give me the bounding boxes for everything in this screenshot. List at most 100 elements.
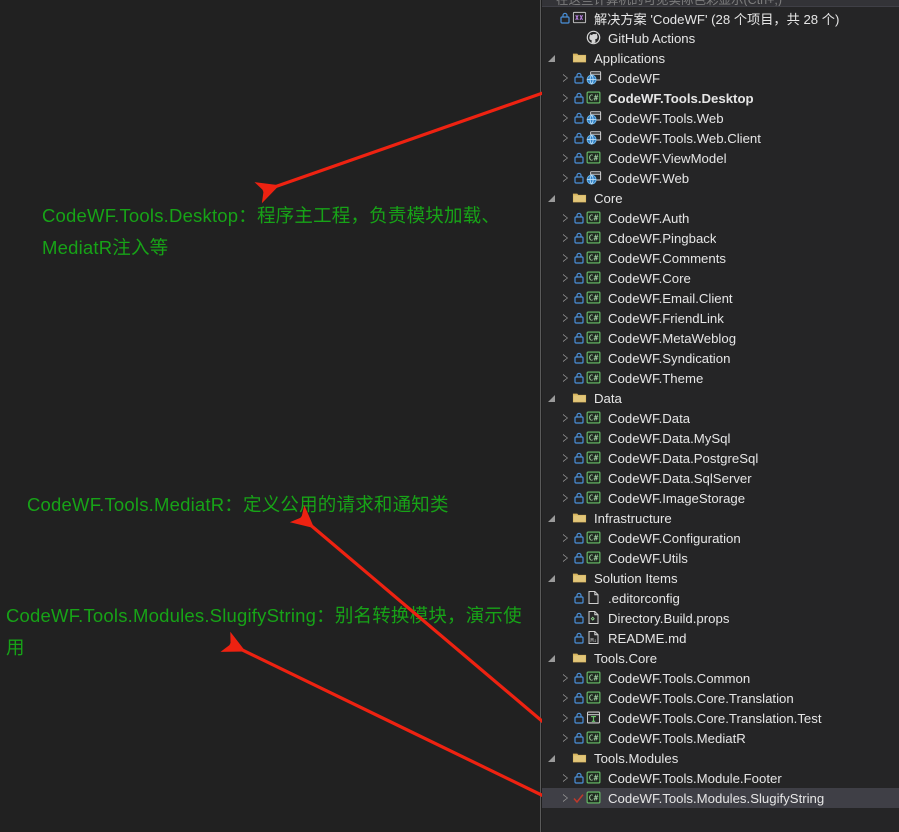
chevron-right-icon[interactable] xyxy=(560,68,573,88)
chevron-right-icon[interactable] xyxy=(560,148,573,168)
tree-row[interactable]: C# CodeWF.ViewModel xyxy=(542,148,899,168)
tree-row[interactable]: C# CodeWF.Auth xyxy=(542,208,899,228)
chevron-down-icon[interactable] xyxy=(546,568,559,588)
csharp-project-icon: C# xyxy=(585,448,605,468)
explorer-search-strip[interactable]: 在这些计算机的可见实际色彩显示(Ctrl+;) xyxy=(542,0,899,7)
chevron-right-icon[interactable] xyxy=(560,288,573,308)
tree-row[interactable]: C# CodeWF.Core xyxy=(542,268,899,288)
chevron-right-icon[interactable] xyxy=(560,528,573,548)
tree-row[interactable]: GitHub Actions xyxy=(542,28,899,48)
tree-row[interactable]: C# CodeWF.Tools.Desktop xyxy=(542,88,899,108)
tree-row-label: CodeWF.Syndication xyxy=(608,350,731,366)
chevron-down-icon[interactable] xyxy=(546,48,559,68)
chevron-right-icon[interactable] xyxy=(560,168,573,188)
chevron-right-icon[interactable] xyxy=(560,468,573,488)
chevron-right-icon[interactable] xyxy=(560,688,573,708)
tree-row[interactable]: C# CodeWF.Data.PostgreSql xyxy=(542,448,899,468)
tree-row[interactable]: C# CodeWF.Tools.Common xyxy=(542,668,899,688)
lock-icon xyxy=(573,328,585,348)
tree-row[interactable]: Tools.Core xyxy=(542,648,899,668)
tree-row[interactable]: CodeWF.Tools.Core.Translation.Test xyxy=(542,708,899,728)
tree-row[interactable]: CodeWF.Web xyxy=(542,168,899,188)
tree-row[interactable]: CodeWF.Tools.Web.Client xyxy=(542,128,899,148)
tree-row-label: CodeWF.MetaWeblog xyxy=(608,330,737,346)
chevron-right-icon[interactable] xyxy=(560,208,573,228)
tree-row-label: CodeWF.Auth xyxy=(608,210,690,226)
chevron-right-icon[interactable] xyxy=(560,228,573,248)
tree-row[interactable]: C# CodeWF.Tools.MediatR xyxy=(542,728,899,748)
tree-row[interactable]: C# CodeWF.Utils xyxy=(542,548,899,568)
tree-row[interactable]: C# CodeWF.ImageStorage xyxy=(542,488,899,508)
chevron-right-icon[interactable] xyxy=(560,428,573,448)
tree-row[interactable]: C# CodeWF.Data.SqlServer xyxy=(542,468,899,488)
solution-tree[interactable]: 解决方案 'CodeWF' (28 个项目，共 28 个) GitHub Acti… xyxy=(542,8,899,808)
chevron-right-icon[interactable] xyxy=(560,408,573,428)
tree-row[interactable]: C# CodeWF.Syndication xyxy=(542,348,899,368)
chevron-right-icon[interactable] xyxy=(560,88,573,108)
tree-row[interactable]: Data xyxy=(542,388,899,408)
tree-row[interactable]: C# CodeWF.Tools.Core.Translation xyxy=(542,688,899,708)
tree-row[interactable]: Solution Items xyxy=(542,568,899,588)
svg-text:C#: C# xyxy=(589,234,599,243)
chevron-right-icon[interactable] xyxy=(560,108,573,128)
chevron-down-icon[interactable] xyxy=(546,188,559,208)
tree-row[interactable]: Directory.Build.props xyxy=(542,608,899,628)
chevron-right-icon[interactable] xyxy=(560,448,573,468)
chevron-right-icon[interactable] xyxy=(560,328,573,348)
no-status-icon xyxy=(559,748,571,768)
svg-text:C#: C# xyxy=(589,774,599,783)
chevron-right-icon[interactable] xyxy=(560,788,573,808)
chevron-right-icon[interactable] xyxy=(560,268,573,288)
svg-text:C#: C# xyxy=(589,474,599,483)
lock-icon xyxy=(573,628,585,648)
chevron-right-icon[interactable] xyxy=(560,248,573,268)
lock-icon xyxy=(573,488,585,508)
chevron-right-icon[interactable] xyxy=(560,308,573,328)
tree-row[interactable]: C# CodeWF.Theme xyxy=(542,368,899,388)
csharp-project-icon: C# xyxy=(585,488,605,508)
chevron-down-icon[interactable] xyxy=(546,648,559,668)
chevron-right-icon[interactable] xyxy=(560,548,573,568)
chevron-down-icon[interactable] xyxy=(546,388,559,408)
lock-icon xyxy=(573,688,585,708)
github-icon xyxy=(585,28,605,48)
chevron-right-icon[interactable] xyxy=(560,348,573,368)
tree-row[interactable]: CodeWF.Tools.Web xyxy=(542,108,899,128)
tree-row[interactable]: Applications xyxy=(542,48,899,68)
lock-icon xyxy=(573,208,585,228)
csharp-project-icon: C# xyxy=(585,728,605,748)
tree-row[interactable]: Core xyxy=(542,188,899,208)
tree-row[interactable]: C# CodeWF.Tools.Module.Footer xyxy=(542,768,899,788)
tree-row-label: Tools.Core xyxy=(594,650,658,666)
tree-row[interactable]: C# CodeWF.FriendLink xyxy=(542,308,899,328)
tree-row[interactable]: 解决方案 'CodeWF' (28 个项目，共 28 个) xyxy=(542,8,899,28)
tree-row[interactable]: C# CodeWF.Data xyxy=(542,408,899,428)
tree-row-label: CodeWF.Tools.Web xyxy=(608,110,724,126)
tree-row[interactable]: C# CodeWF.Configuration xyxy=(542,528,899,548)
chevron-right-icon[interactable] xyxy=(560,368,573,388)
tree-row[interactable]: Infrastructure xyxy=(542,508,899,528)
svg-text:C#: C# xyxy=(589,534,599,543)
tree-row[interactable]: .editorconfig xyxy=(542,588,899,608)
tree-row[interactable]: C# CodeWF.Data.MySql xyxy=(542,428,899,448)
chevron-down-icon[interactable] xyxy=(546,508,559,528)
chevron-down-icon[interactable] xyxy=(546,748,559,768)
chevron-right-icon[interactable] xyxy=(560,668,573,688)
tree-row[interactable]: C# CodeWF.MetaWeblog xyxy=(542,328,899,348)
tree-row[interactable]: C# CdoeWF.Pingback xyxy=(542,228,899,248)
chevron-right-icon[interactable] xyxy=(560,728,573,748)
tree-row[interactable]: C# CodeWF.Email.Client xyxy=(542,288,899,308)
chevron-right-icon[interactable] xyxy=(560,768,573,788)
tree-row[interactable]: Tools.Modules xyxy=(542,748,899,768)
tree-row[interactable]: M↓ README.md xyxy=(542,628,899,648)
tree-row[interactable]: C# CodeWF.Comments xyxy=(542,248,899,268)
folder-icon xyxy=(571,508,591,528)
props-file-icon xyxy=(585,608,605,628)
chevron-right-icon[interactable] xyxy=(560,488,573,508)
folder-icon xyxy=(571,648,591,668)
lock-icon xyxy=(573,448,585,468)
tree-row[interactable]: C# CodeWF.Tools.Modules.SlugifyString xyxy=(542,788,899,808)
chevron-right-icon[interactable] xyxy=(560,708,573,728)
tree-row[interactable]: CodeWF xyxy=(542,68,899,88)
chevron-right-icon[interactable] xyxy=(560,128,573,148)
